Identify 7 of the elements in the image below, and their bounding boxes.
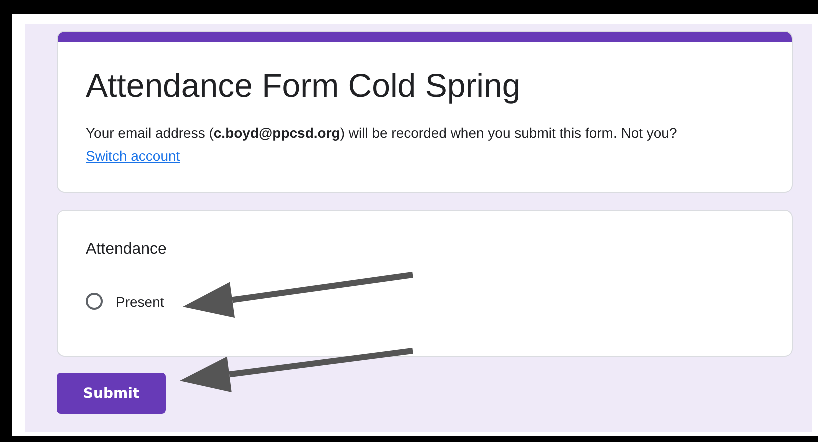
- option-label: Present: [116, 294, 164, 310]
- radio-button[interactable]: [86, 293, 103, 310]
- email-notice: Your email address (c.boyd@ppcsd.org) will be recorded when you submit this form. Not you? Switch account: [86, 124, 678, 166]
- question-label: Attendance: [86, 241, 168, 259]
- form-title: Attendance Form Cold Spring: [86, 66, 522, 106]
- submit-button[interactable]: Submit: [57, 373, 166, 414]
- switch-account-link[interactable]: Switch account: [86, 148, 180, 164]
